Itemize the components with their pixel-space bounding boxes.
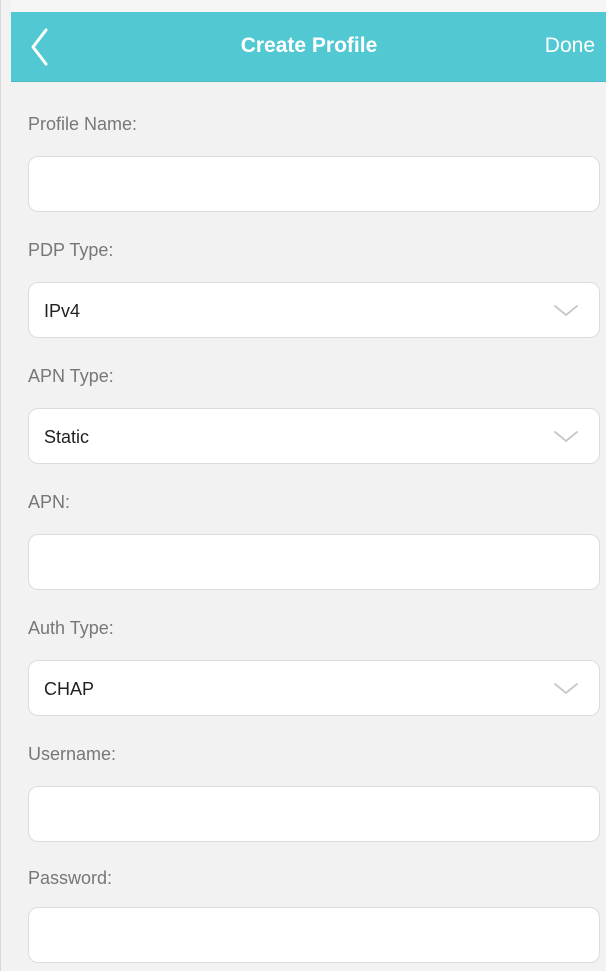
username-label: Username: bbox=[28, 744, 117, 764]
apn-type-select[interactable]: Static bbox=[28, 408, 600, 464]
apn-type-label: APN Type: bbox=[28, 366, 114, 386]
pdp-type-value: IPv4 bbox=[44, 301, 81, 321]
status-bar-gap bbox=[11, 0, 606, 12]
create-profile-screen: Create Profile Done Profile Name: PDP Ty… bbox=[0, 0, 606, 971]
apn-input[interactable] bbox=[28, 534, 600, 590]
apn-type-value: Static bbox=[44, 427, 90, 447]
password-label: Password: bbox=[28, 868, 113, 888]
auth-type-value: CHAP bbox=[44, 679, 95, 699]
page-title: Create Profile bbox=[240, 34, 378, 57]
profile-name-input[interactable] bbox=[28, 156, 600, 212]
apn-label: APN: bbox=[28, 492, 71, 512]
chevron-down-icon bbox=[553, 427, 579, 445]
pdp-type-select[interactable]: IPv4 bbox=[28, 282, 600, 338]
chevron-down-icon bbox=[553, 679, 579, 697]
auth-type-select[interactable]: CHAP bbox=[28, 660, 600, 716]
profile-name-label: Profile Name: bbox=[28, 114, 138, 134]
chevron-down-icon bbox=[553, 301, 579, 319]
pdp-type-label: PDP Type: bbox=[28, 240, 114, 260]
profile-form: Profile Name: PDP Type: IPv4 APN Type: S… bbox=[11, 82, 606, 971]
navigation-bar: Create Profile Done bbox=[11, 12, 606, 82]
password-input[interactable] bbox=[28, 907, 600, 963]
auth-type-label: Auth Type: bbox=[28, 618, 114, 638]
username-input[interactable] bbox=[28, 786, 600, 842]
done-button[interactable]: Done bbox=[545, 32, 595, 60]
